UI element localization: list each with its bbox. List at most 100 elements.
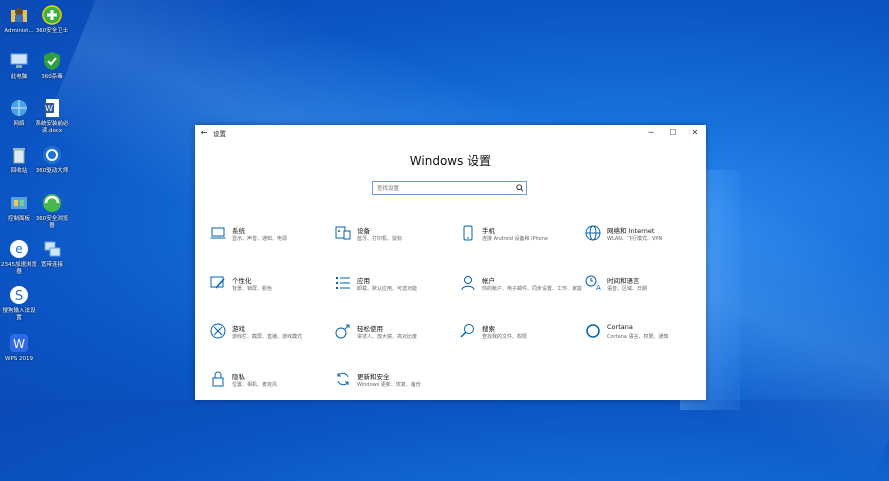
desktop-icon-administrator[interactable]: Administ... [1, 4, 37, 35]
devices-icon [335, 226, 351, 240]
tile-desc: 卸载、默认应用、可选功能 [357, 286, 418, 292]
desktop-icon-360-antivirus[interactable]: 360杀毒 [34, 50, 70, 81]
desktop-icon-recycle-bin[interactable]: 回收站 [1, 144, 37, 175]
laptop-icon [210, 227, 226, 239]
window-title: 设置 [213, 129, 226, 138]
tile-phone[interactable]: 手机 连接 Android 设备和 iPhone [460, 225, 575, 265]
360-antivirus-icon [41, 50, 63, 72]
tile-name: 搜索 [482, 325, 495, 333]
desktop-icon-word-doc[interactable]: W 系统安装前必读.docx [34, 97, 70, 135]
administrator-folder-icon [8, 4, 30, 26]
broadband-icon [41, 238, 63, 260]
personalization-icon [210, 276, 225, 289]
desktop-icon-this-pc[interactable]: 此电脑 [1, 50, 37, 81]
word-document-icon: W [41, 97, 63, 119]
tile-name: 个性化 [232, 277, 252, 285]
search-input[interactable]: 查找设置 [373, 184, 514, 192]
desktop-icon-sogou[interactable]: S 搜狗输入法设置 [1, 284, 37, 322]
tile-name: 游戏 [232, 325, 245, 333]
desktop-icon-label: 2345加速浏览器 [1, 262, 37, 275]
search-box[interactable]: 查找设置 [372, 181, 527, 195]
desktop-icon-label: 系统安装前必读.docx [35, 121, 69, 134]
tile-search[interactable]: 搜索 查找我的文件、权限 [460, 323, 575, 363]
tile-desc: 语音、区域、日期 [607, 286, 648, 292]
360-safe-icon [41, 4, 63, 26]
desktop-icon-label: WPS 2019 [5, 356, 33, 362]
desktop-icon-control-panel[interactable]: 控制面板 [1, 192, 37, 223]
tile-update-security[interactable]: 更新和安全 Windows 更新、恢复、备份 [335, 371, 450, 411]
svg-text:A: A [596, 284, 601, 291]
desktop-icon-2345-browser[interactable]: e 2345加速浏览器 [1, 238, 37, 276]
tile-name: 应用 [357, 277, 370, 285]
tile-name: 网络和 Internet [607, 227, 655, 235]
back-button[interactable]: ← [195, 128, 213, 137]
time-language-icon: A [585, 275, 601, 291]
desktop-icon-label: 回收站 [10, 168, 28, 174]
tile-name: 设备 [357, 227, 370, 235]
tile-desc: Cortana 语言、权限、通知 [607, 334, 669, 340]
desktop-icon-label: 360安全卫士 [35, 28, 69, 34]
account-icon [461, 276, 475, 291]
tile-name: 帐户 [482, 277, 495, 285]
tile-name: 时间和语言 [607, 277, 640, 285]
tile-desc: 讲述人、放大镜、高对比度 [357, 334, 418, 340]
tile-desc: Windows 更新、恢复、备份 [357, 382, 421, 388]
360-browser-icon [41, 192, 63, 214]
settings-window: ← 设置 ─ ☐ ✕ Windows 设置 查找设置 系统 显示、声音、通知、电… [195, 125, 706, 400]
globe-icon [585, 225, 601, 241]
desktop-icon-broadband[interactable]: 宽带连接 [34, 238, 70, 269]
tile-accounts[interactable]: 帐户 你的帐户、电子邮件、同步设置、工作、家庭 [460, 275, 582, 315]
svg-text:W: W [45, 104, 53, 113]
desktop-icon-wps[interactable]: W WPS 2019 [1, 332, 37, 363]
svg-text:W: W [13, 337, 25, 351]
page-title: Windows 设置 [409, 154, 492, 168]
tile-ease-of-access[interactable]: 轻松使用 讲述人、放大镜、高对比度 [335, 323, 450, 363]
tile-desc: 位置、相机、麦克风 [232, 382, 278, 388]
wps-icon: W [8, 332, 30, 354]
search-icon[interactable] [514, 182, 526, 194]
tile-name: Cortana [607, 323, 633, 331]
cortana-icon [586, 324, 600, 338]
tile-name: 轻松使用 [357, 325, 383, 333]
tile-personalization[interactable]: 个性化 背景、锁屏、颜色 [210, 275, 325, 315]
tile-desc: 显示、声音、通知、电源 [232, 236, 288, 242]
2345-browser-icon: e [8, 238, 30, 260]
tile-privacy[interactable]: 隐私 位置、相机、麦克风 [210, 371, 325, 411]
title-bar: ← 设置 ─ ☐ ✕ [195, 125, 706, 140]
desktop-icon-label: 宽带连接 [40, 262, 63, 268]
tile-desc: 背景、锁屏、颜色 [232, 286, 273, 292]
desktop-icon-label: 360安全浏览器 [35, 216, 69, 229]
tile-desc: 你的帐户、电子邮件、同步设置、工作、家庭 [482, 286, 583, 292]
lock-icon [212, 371, 224, 387]
desktop-icon-network[interactable]: 网络 [1, 97, 37, 128]
tile-gaming[interactable]: 游戏 游戏栏、截屏、直播、游戏模式 [210, 323, 325, 363]
svg-text:S: S [15, 289, 23, 304]
this-pc-icon [8, 50, 30, 72]
tile-name: 手机 [482, 227, 495, 235]
tile-apps[interactable]: 应用 卸载、默认应用、可选功能 [335, 275, 450, 315]
sogou-icon: S [8, 284, 30, 306]
control-panel-icon [8, 192, 30, 214]
desktop-icon-label: 360杀毒 [41, 74, 63, 80]
tile-name: 更新和安全 [357, 373, 390, 381]
update-icon [337, 372, 349, 386]
tile-desc: 连接 Android 设备和 iPhone [482, 236, 548, 242]
recycle-bin-icon [8, 144, 30, 166]
desktop-icon-label: 搜狗输入法设置 [2, 308, 36, 321]
tile-system[interactable]: 系统 显示、声音、通知、电源 [210, 225, 325, 265]
maximize-button[interactable]: ☐ [662, 128, 684, 137]
tile-devices[interactable]: 设备 蓝牙、打印机、鼠标 [335, 225, 450, 265]
tile-desc: 游戏栏、截屏、直播、游戏模式 [232, 334, 303, 340]
desktop-icon-360-safe[interactable]: 360安全卫士 [34, 4, 70, 35]
tile-name: 系统 [232, 227, 245, 235]
tile-time-language[interactable]: A 时间和语言 语音、区域、日期 [585, 275, 700, 315]
tile-network[interactable]: 网络和 Internet WLAN、飞行模式、VPN [585, 225, 700, 265]
close-button[interactable]: ✕ [684, 128, 706, 137]
desktop-icon-360-browser[interactable]: 360安全浏览器 [34, 192, 70, 230]
search-icon [460, 324, 474, 338]
desktop-icon-label: 360驱动大师 [35, 168, 69, 174]
minimize-button[interactable]: ─ [640, 128, 662, 137]
desktop-icon-360-driver[interactable]: 360驱动大师 [34, 144, 70, 175]
tile-cortana[interactable]: Cortana Cortana 语言、权限、通知 [585, 323, 700, 363]
desktop-icon-label: 此电脑 [10, 74, 28, 80]
